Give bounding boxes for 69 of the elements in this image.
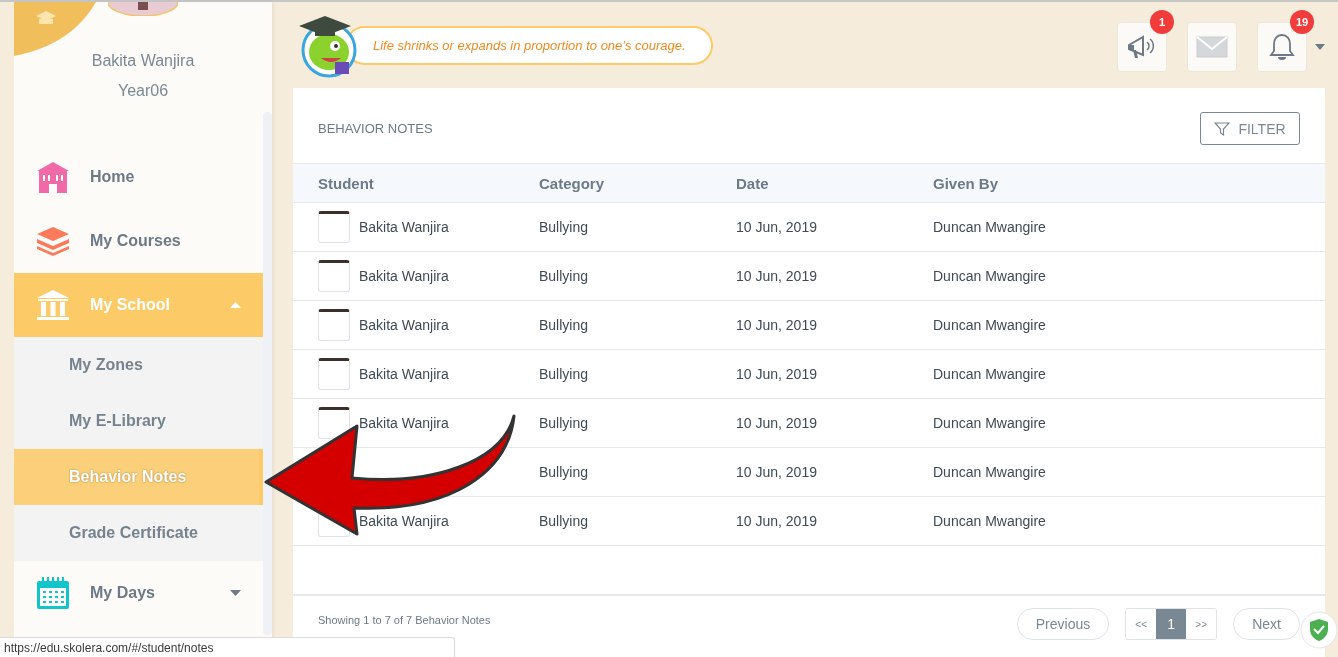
summary-text: Showing 1 to 7 of 7 Behavior Notes: [318, 613, 491, 626]
envelope-icon: [1196, 36, 1228, 58]
sidebar-item-label: My School: [90, 296, 171, 314]
school-building-icon: [36, 161, 70, 193]
table-cell-text: 10 Jun, 2019: [736, 513, 818, 529]
sidebar-item-label: My Courses: [90, 232, 182, 250]
status-url: https://edu.skolera.com/#/student/notes: [0, 637, 455, 657]
sidebar-item[interactable]: My Days: [14, 561, 263, 625]
profile-name: Bakita Wanjira: [91, 52, 195, 70]
graduation-cap-icon: [14, 2, 96, 56]
count-badge: 19: [1290, 10, 1314, 34]
table-cell-text: Bullying: [539, 415, 590, 431]
table-cell-text: 10 Jun, 2019: [736, 366, 818, 382]
table-cell-text: Duncan Mwangire: [933, 317, 1047, 333]
column-header: Student: [318, 174, 375, 192]
table-cell-text: Bullying: [539, 464, 590, 480]
student-name: Bakita Wanjira: [359, 366, 449, 382]
table-cell-text: Bullying: [539, 268, 590, 284]
table-cell-text: 10 Jun, 2019: [736, 415, 818, 431]
table-cell-text: Bullying: [539, 366, 590, 382]
table-cell-text: 10 Jun, 2019: [736, 317, 818, 333]
next-button[interactable]: Next: [1233, 608, 1300, 640]
student-name: Bakita Wanjira: [359, 268, 449, 284]
student-name: Bakita Wanjira: [359, 513, 449, 529]
submenu-item[interactable]: My E-Library: [14, 393, 263, 449]
table-cell-text: 10 Jun, 2019: [736, 219, 818, 235]
submenu-item[interactable]: My Zones: [14, 337, 263, 393]
page-button[interactable]: 1: [1156, 609, 1187, 639]
table-cell-text: Duncan Mwangire: [933, 219, 1047, 235]
count-badge: 1: [1150, 10, 1174, 34]
filter-icon: [1214, 120, 1231, 137]
sidebar-item[interactable]: My Courses: [14, 209, 263, 273]
table-cell-text: Bullying: [539, 219, 590, 235]
table-cell-text: Duncan Mwangire: [933, 464, 1047, 480]
submenu-item[interactable]: Grade Certificate: [14, 505, 263, 561]
student-name: Bakita Wanjira: [359, 219, 449, 235]
filter-button[interactable]: FILTER: [1200, 112, 1300, 145]
student-name: Bakita Wanjira: [359, 415, 449, 431]
profile-grade: Year06: [117, 82, 169, 100]
bell-icon: [1269, 33, 1295, 61]
table-cell-text: 10 Jun, 2019: [736, 268, 818, 284]
table-cell-text: Duncan Mwangire: [933, 513, 1047, 529]
column-header: Category: [539, 174, 606, 192]
avatar-image: [318, 358, 350, 390]
panel-title: BEHAVIOR NOTES: [318, 121, 433, 136]
sidebar-item-label: Home: [90, 168, 136, 186]
scrollbar-track[interactable]: [263, 112, 272, 635]
previous-button[interactable]: Previous: [1016, 608, 1110, 640]
table-cell-text: Duncan Mwangire: [933, 268, 1047, 284]
column-header: Given By: [933, 174, 1000, 192]
sidebar-item[interactable]: Home: [14, 145, 263, 209]
books-icon: [36, 226, 70, 256]
caret-icon[interactable]: [1315, 44, 1325, 50]
calendar-icon: [36, 577, 70, 609]
avatar-image: [108, 2, 178, 16]
avatar-image: [318, 211, 350, 243]
megaphone-icon: [1127, 34, 1157, 60]
museum-icon: [36, 289, 70, 321]
sidebar-item-label: My Days: [90, 584, 156, 602]
table-cell-text: Bullying: [539, 513, 590, 529]
column-header: Date: [736, 174, 770, 192]
table-cell-text: 10 Jun, 2019: [736, 464, 818, 480]
shield-icon[interactable]: [1300, 611, 1338, 649]
avatar-image: [318, 309, 350, 341]
student-name: Bakita Wanjira: [359, 317, 449, 333]
avatar-image: [318, 260, 350, 292]
table-cell-text: Duncan Mwangire: [933, 415, 1047, 431]
table-cell-text: Bullying: [539, 317, 590, 333]
table-cell-text: Duncan Mwangire: [933, 366, 1047, 382]
